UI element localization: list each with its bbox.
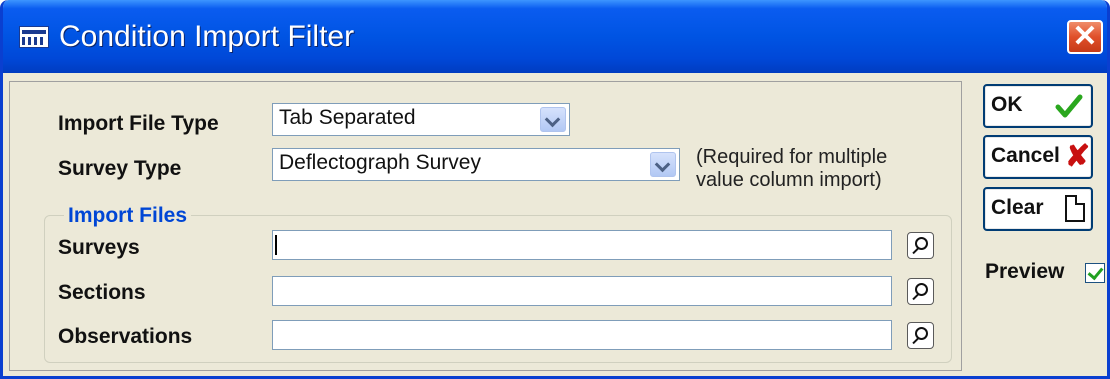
ok-label: OK (991, 93, 1023, 116)
chevron-down-icon[interactable] (540, 107, 566, 132)
observations-label: Observations (58, 325, 193, 348)
cancel-x-icon: ✘ (1065, 140, 1091, 173)
sections-label: Sections (58, 281, 146, 304)
observations-browse-icon[interactable] (907, 322, 934, 349)
surveys-path-input[interactable] (272, 230, 892, 260)
sections-path-input[interactable] (272, 276, 892, 306)
observations-path-input[interactable] (272, 320, 892, 350)
clear-label: Clear (991, 196, 1044, 219)
import-files-title: Import Files (64, 204, 192, 228)
cancel-label: Cancel (991, 144, 1060, 167)
checkmark-icon (1055, 94, 1083, 118)
import-file-type-value: Tab Separated (279, 106, 416, 129)
ok-button[interactable]: OK (983, 84, 1093, 128)
sections-browse-icon[interactable] (907, 278, 934, 305)
dialog-content: Import File Type Tab Separated Survey Ty… (9, 73, 1105, 376)
app-icon (19, 26, 49, 48)
import-file-type-label: Import File Type (58, 112, 219, 135)
survey-type-select[interactable]: Deflectograph Survey (272, 148, 680, 181)
import-file-type-select[interactable]: Tab Separated (272, 103, 570, 136)
surveys-browse-icon[interactable] (907, 232, 934, 259)
survey-type-value: Deflectograph Survey (279, 151, 481, 174)
preview-checkbox[interactable] (1085, 263, 1105, 283)
filter-panel: Import File Type Tab Separated Survey Ty… (9, 81, 962, 371)
close-button[interactable]: ✕ (1067, 20, 1103, 54)
clear-button[interactable]: Clear (983, 187, 1093, 231)
blank-page-icon (1065, 195, 1085, 222)
survey-type-hint: (Required for multiple value column impo… (696, 146, 888, 191)
title-bar[interactable]: Condition Import Filter ✕ (3, 0, 1107, 73)
chevron-down-icon[interactable] (650, 152, 676, 177)
surveys-label: Surveys (58, 236, 140, 259)
close-icon: ✕ (1072, 20, 1098, 53)
preview-label: Preview (985, 260, 1065, 283)
window-title: Condition Import Filter (59, 20, 355, 53)
survey-type-label: Survey Type (58, 157, 182, 180)
cancel-button[interactable]: Cancel ✘ (983, 135, 1093, 179)
dialog-window: Condition Import Filter ✕ Import File Ty… (0, 0, 1110, 379)
